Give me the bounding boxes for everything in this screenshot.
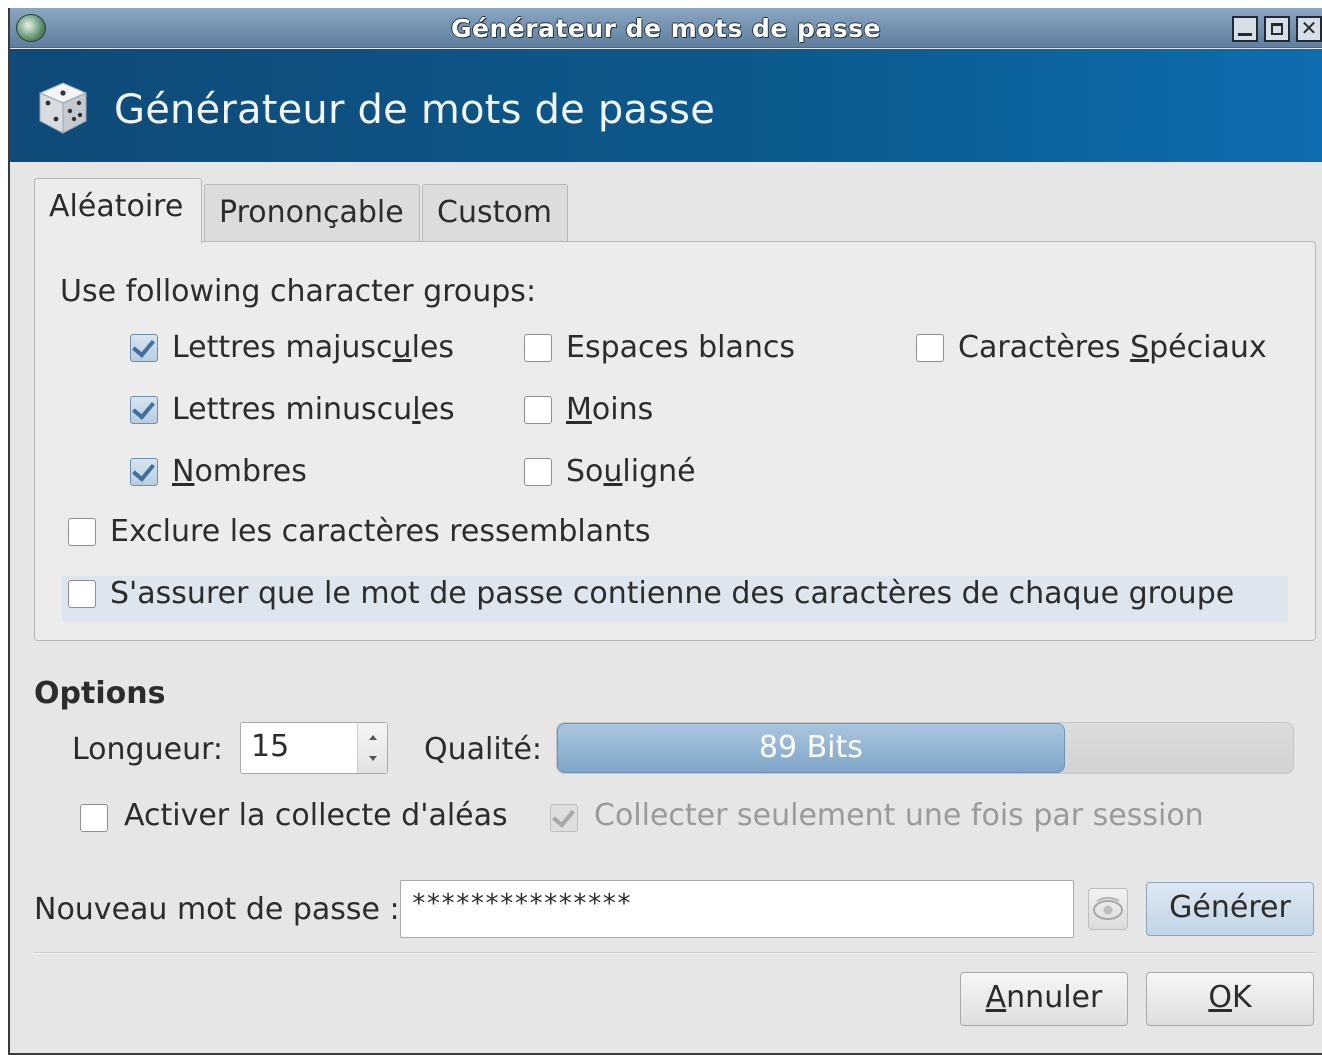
underscore-checkbox[interactable]	[524, 458, 552, 486]
exclude-similar-label[interactable]: Exclure les caractères ressemblants	[110, 514, 651, 549]
tab-prononcable[interactable]: Prononçable	[204, 184, 420, 244]
password-generator-window: Générateur de mots de passe ✕ Générateur…	[8, 8, 1322, 1055]
tab-aleatoire[interactable]: Aléatoire	[34, 178, 202, 244]
window-title: Générateur de mots de passe	[450, 14, 882, 43]
whitespace-checkbox[interactable]	[524, 334, 552, 362]
new-password-value: ***************	[411, 889, 632, 919]
ensure-each-group-checkbox[interactable]	[68, 580, 96, 608]
entropy-collection-label[interactable]: Activer la collecte d'aléas	[124, 798, 508, 833]
eye-icon	[1093, 897, 1123, 920]
dice-icon	[38, 82, 88, 134]
tab-custom[interactable]: Custom	[422, 184, 568, 244]
quality-text: 89 Bits	[758, 730, 863, 765]
increment-icon[interactable]	[369, 735, 377, 740]
collect-once-checkbox	[550, 804, 578, 832]
uppercase-checkbox[interactable]	[130, 334, 158, 362]
minus-label[interactable]: Moins	[566, 392, 653, 427]
cancel-button[interactable]: Annuler	[960, 972, 1128, 1026]
entropy-collection-checkbox[interactable]	[80, 804, 108, 832]
lowercase-checkbox[interactable]	[130, 396, 158, 424]
length-value[interactable]: 15	[251, 729, 289, 764]
uppercase-label[interactable]: Lettres majuscules	[172, 330, 454, 365]
ok-button[interactable]: OK	[1146, 972, 1314, 1026]
divider	[34, 952, 1316, 954]
minimize-icon[interactable]	[1232, 16, 1258, 42]
header-banner: Générateur de mots de passe	[10, 49, 1322, 162]
minus-checkbox[interactable]	[524, 396, 552, 424]
numbers-label[interactable]: Nombres	[172, 454, 307, 489]
quality-progress-bar: 89 Bits	[556, 722, 1294, 774]
lowercase-label[interactable]: Lettres minuscules	[172, 392, 455, 427]
header-title: Générateur de mots de passe	[114, 87, 716, 133]
numbers-checkbox[interactable]	[130, 458, 158, 486]
length-stepper[interactable]	[357, 723, 387, 773]
close-icon[interactable]: ✕	[1296, 16, 1322, 42]
groups-heading: Use following character groups:	[60, 274, 537, 309]
new-password-input[interactable]: ***************	[400, 880, 1074, 938]
length-spinbox[interactable]: 15	[240, 722, 388, 774]
decrement-icon[interactable]	[369, 756, 377, 761]
quality-label: Qualité:	[424, 732, 543, 767]
underscore-label[interactable]: Souligné	[566, 454, 696, 489]
special-chars-label[interactable]: Caractères Spéciaux	[958, 330, 1267, 365]
length-label: Longueur:	[72, 732, 223, 767]
whitespace-label[interactable]: Espaces blancs	[566, 330, 795, 365]
generate-button[interactable]: Générer	[1146, 882, 1314, 936]
ensure-each-group-label[interactable]: S'assurer que le mot de passe contienne …	[110, 576, 1234, 611]
maximize-icon[interactable]	[1264, 16, 1290, 42]
title-bar[interactable]: Générateur de mots de passe ✕	[10, 8, 1322, 48]
collect-once-label: Collecter seulement une fois par session	[594, 798, 1204, 833]
exclude-similar-checkbox[interactable]	[68, 518, 96, 546]
options-heading: Options	[34, 676, 166, 711]
new-password-label: Nouveau mot de passe :	[34, 892, 400, 927]
special-chars-checkbox[interactable]	[916, 334, 944, 362]
show-password-button[interactable]	[1088, 888, 1128, 930]
